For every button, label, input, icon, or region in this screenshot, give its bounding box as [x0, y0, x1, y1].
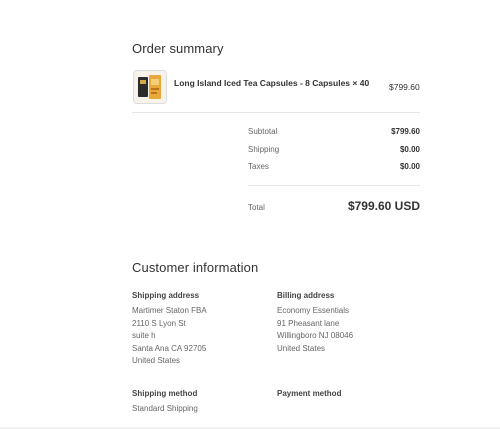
shipping-label: Shipping — [248, 145, 280, 154]
total-divider — [248, 185, 420, 186]
payment-method-title: Payment method — [277, 389, 342, 398]
shipping-method-value: Standard Shipping — [132, 404, 198, 413]
product-price: $799.60 — [389, 82, 420, 92]
total-value: $799.60 USD — [347, 199, 420, 213]
billing-address-title: Billing address — [277, 291, 335, 300]
shipping-address-block: Martimer Staton FBA 2110 S Lyon St suite… — [132, 305, 207, 368]
billing-address-line: Economy Essentials — [277, 306, 350, 315]
billing-address-line: United States — [277, 343, 326, 353]
shipping-address-line: Santa Ana CA 92705 — [132, 343, 207, 353]
shipping-address-title: Shipping address — [132, 291, 200, 300]
billing-address-line: 91 Pheasant lane — [277, 318, 340, 328]
product-image — [134, 71, 166, 103]
shipping-method-title: Shipping method — [132, 389, 198, 398]
subtotal-label: Subtotal — [248, 127, 278, 136]
billing-address-block: Economy Essentials 91 Pheasant lane Will… — [277, 305, 353, 355]
product-thumbnail-icon — [133, 70, 167, 104]
shipping-address-line: Martimer Staton FBA — [132, 306, 207, 315]
shipping-address-line: suite h — [132, 331, 156, 340]
shipping-address-line: 2110 S Lyon St — [132, 318, 186, 328]
shipping-address-line: United States — [132, 356, 181, 365]
shipping-value: $0.00 — [399, 145, 420, 154]
taxes-label: Taxes — [248, 162, 269, 171]
subtotal-value: $799.60 — [391, 127, 420, 136]
taxes-value: $0.00 — [399, 162, 420, 171]
billing-address-line: Willingboro NJ 08046 — [277, 331, 354, 340]
summary-divider — [132, 112, 420, 113]
product-name: Long Island Iced Tea Capsules - 8 Capsul… — [174, 78, 370, 88]
order-summary-title: Order summary — [132, 41, 224, 56]
total-label: Total — [248, 203, 265, 212]
customer-information-title: Customer information — [132, 260, 259, 275]
